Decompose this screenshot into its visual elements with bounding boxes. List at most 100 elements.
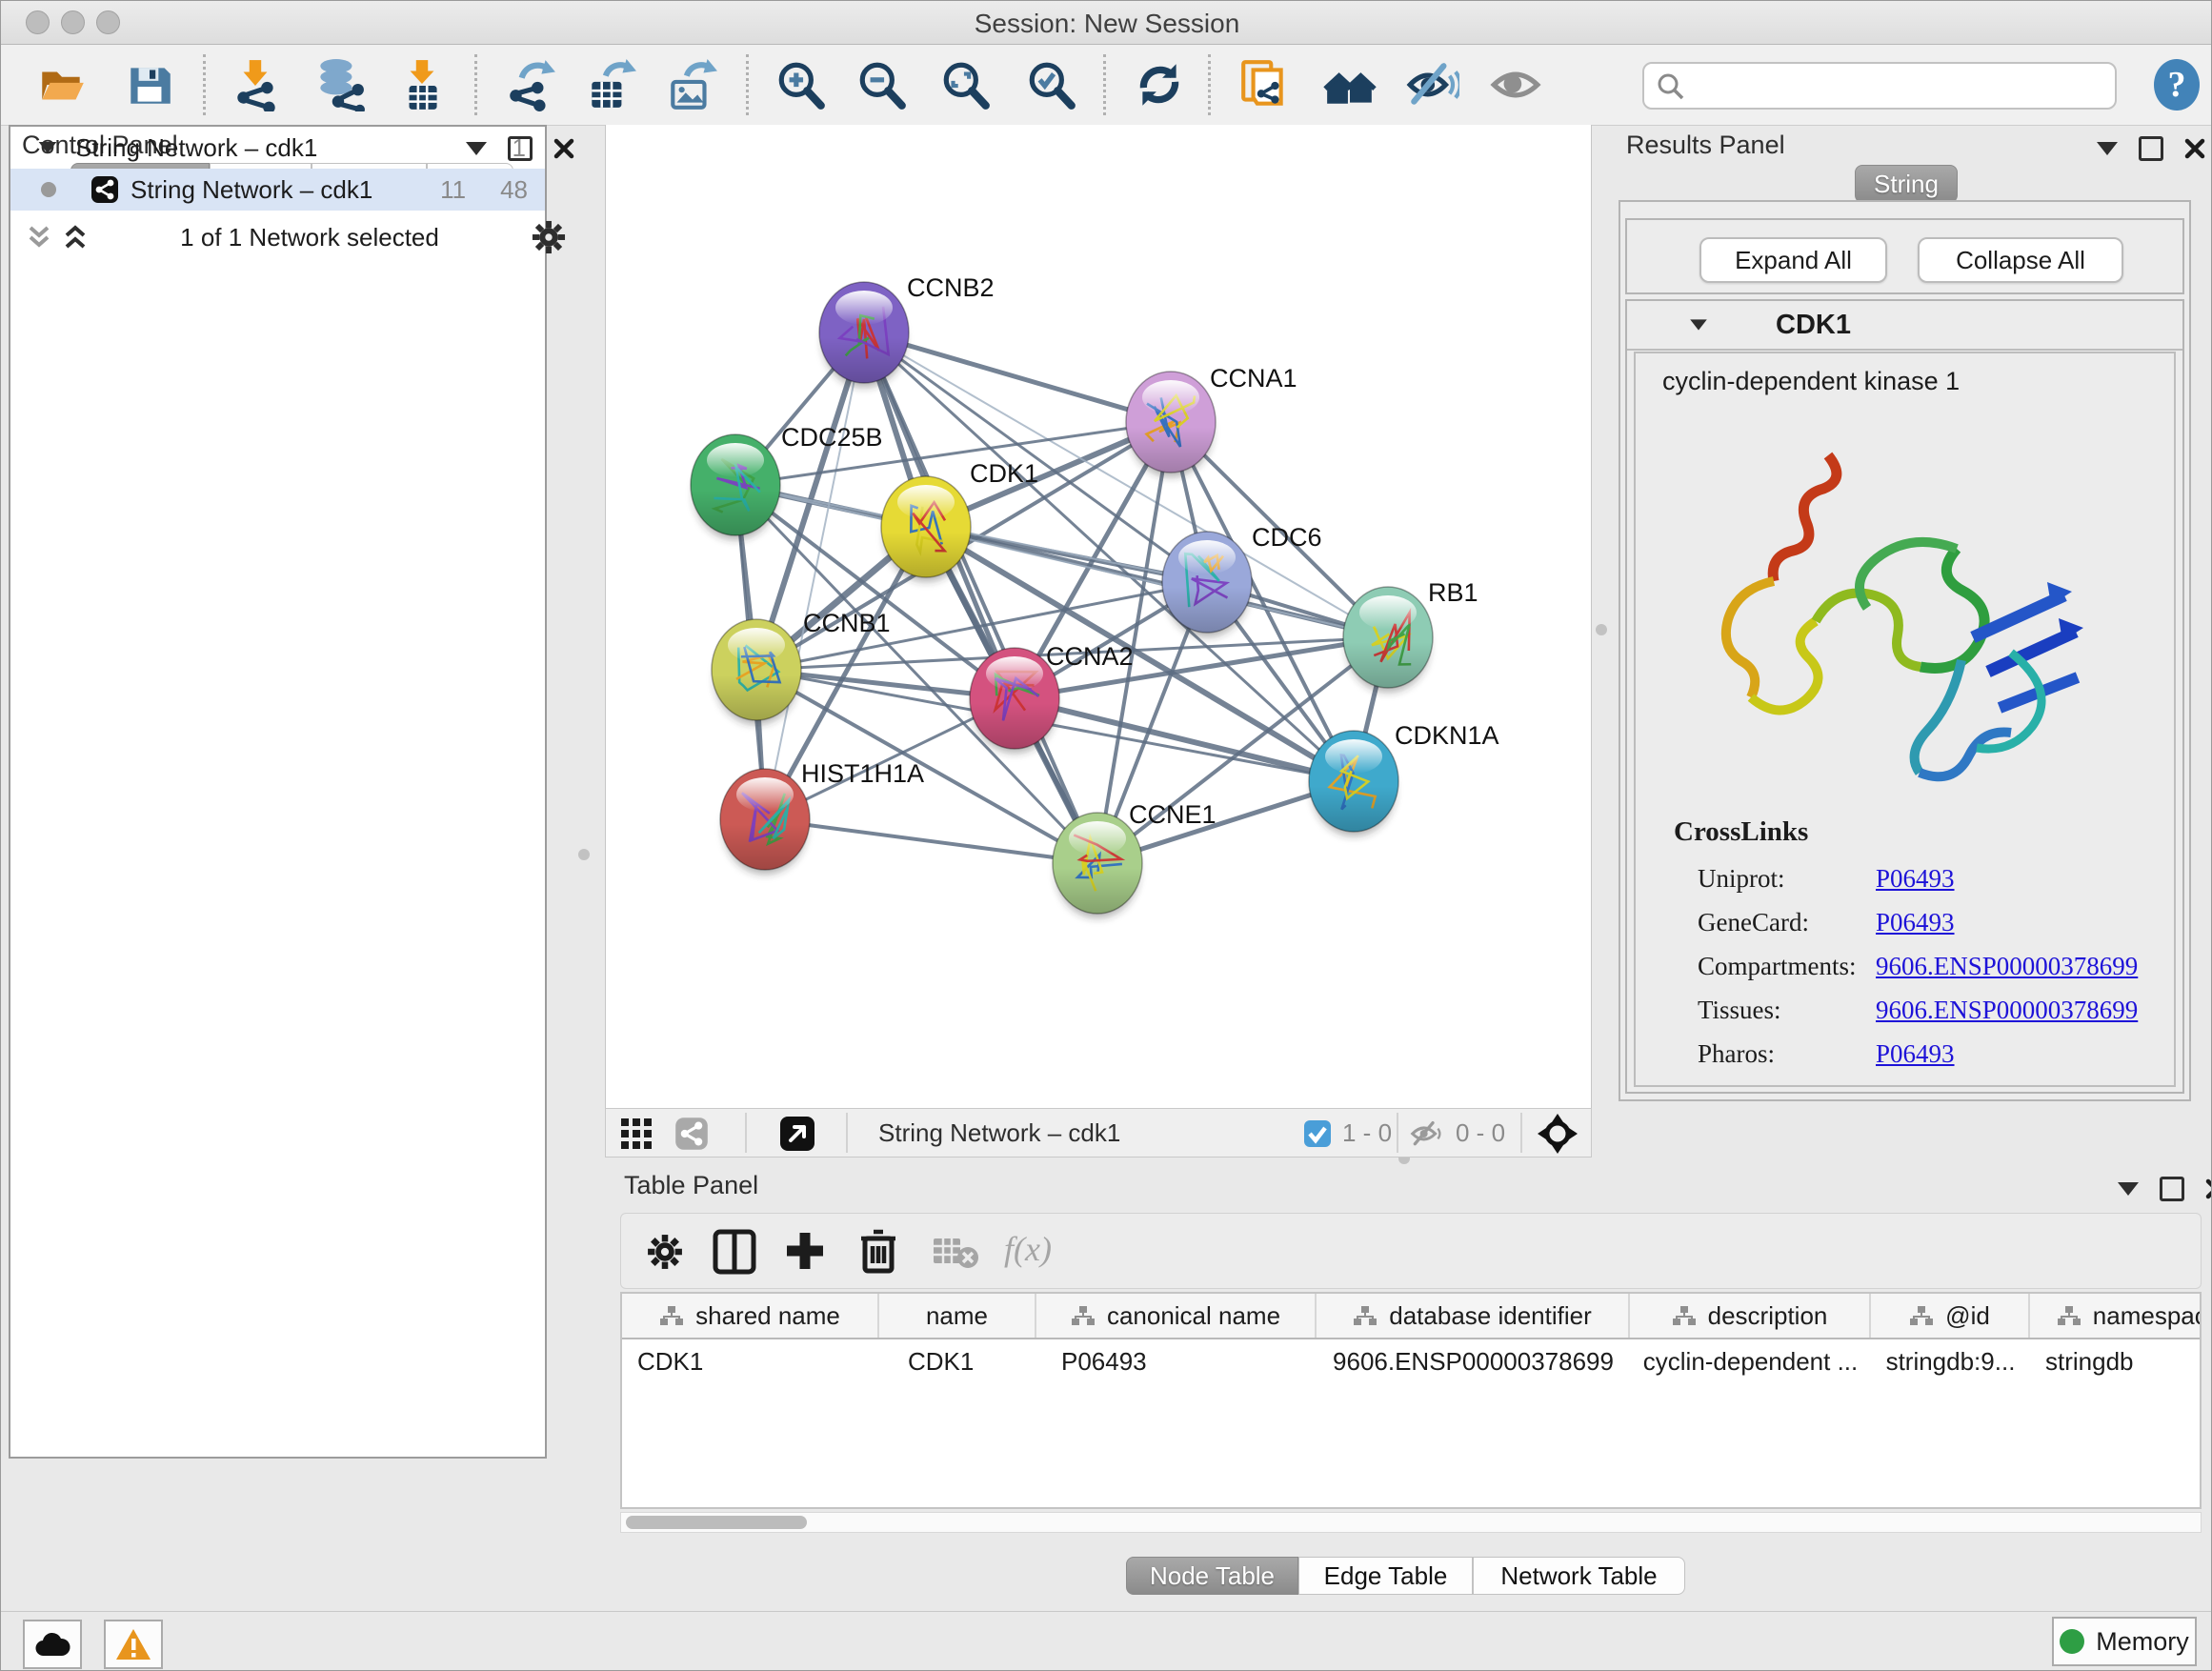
network-edge[interactable] [765, 819, 1097, 863]
right-splitter-handle[interactable] [1596, 624, 1607, 635]
crosslink-url[interactable]: P06493 [1876, 908, 1955, 937]
table-toolbar: f(x) [620, 1213, 2202, 1289]
zoom-selected-icon[interactable] [1025, 58, 1078, 111]
control-panel-close-icon[interactable] [553, 138, 574, 159]
fit-selected-crosshair-icon[interactable] [1538, 1114, 1578, 1154]
tab-string[interactable]: String [1855, 165, 1958, 203]
column-header-description[interactable]: description [1630, 1294, 1871, 1338]
crosslink-url[interactable]: 9606.ENSP00000378699 [1876, 996, 2138, 1025]
export-network-icon[interactable] [504, 58, 557, 111]
import-network-from-database-icon[interactable] [312, 58, 366, 111]
table-cell[interactable]: 9606.ENSP00000378699 [1317, 1339, 1630, 1383]
import-table-icon[interactable] [395, 58, 449, 111]
results-panel-close-icon[interactable] [2184, 138, 2205, 159]
node-attribute-table[interactable]: shared namename canonical name database id… [620, 1292, 2202, 1509]
table-cell[interactable]: CDK1 [879, 1339, 1036, 1383]
delete-column-icon[interactable] [857, 1227, 899, 1275]
network-node-CCNB1[interactable]: CCNB1 [712, 609, 891, 725]
export-image-icon[interactable] [665, 58, 718, 111]
cdk1-collapse-icon[interactable] [1690, 319, 1707, 330]
toolbar-separator [203, 54, 206, 115]
apply-layout-icon[interactable] [1133, 58, 1186, 111]
column-type-icon [659, 1305, 684, 1326]
help-icon[interactable]: ? [2152, 58, 2202, 111]
network-edge[interactable] [765, 332, 864, 819]
table-options-gear-icon[interactable] [644, 1231, 686, 1273]
hide-selected-icon[interactable] [1406, 58, 1459, 111]
warnings-button[interactable] [104, 1620, 163, 1669]
table-cell[interactable]: P06493 [1036, 1339, 1317, 1383]
import-network-icon[interactable] [230, 58, 283, 111]
tab-edge-table[interactable]: Edge Table [1298, 1557, 1473, 1595]
collection-expand-icon[interactable] [39, 142, 57, 153]
table-cell[interactable]: stringdb [2030, 1339, 2202, 1383]
network-options-gear-icon[interactable] [530, 218, 568, 256]
crosslink-url[interactable]: 9606.ENSP00000378699 [1876, 952, 2138, 981]
table-cell[interactable]: cyclin-dependent ... [1630, 1339, 1871, 1383]
collapse-all-button[interactable]: Collapse All [1918, 237, 2123, 283]
column-header-canonical-name[interactable]: canonical name [1036, 1294, 1317, 1338]
table-panel-close-icon[interactable] [2205, 1178, 2212, 1199]
tab-network-table[interactable]: Network Table [1473, 1557, 1685, 1595]
network-view-icon[interactable] [674, 1117, 709, 1151]
string-network-graph[interactable]: CCNB2CCNA1CDC25BCDK1CDC6RB1CCNB1CCNA2CDK… [606, 125, 1593, 1108]
network-canvas[interactable]: CCNB2CCNA1CDC25BCDK1CDC6RB1CCNB1CCNA2CDK… [605, 125, 1592, 1108]
table-horizontal-scrollbar[interactable] [620, 1512, 2202, 1533]
table-row[interactable]: CDK1CDK1P064939606.ENSP00000378699cyclin… [622, 1339, 2200, 1383]
left-splitter-handle[interactable] [578, 849, 590, 860]
table-scrollbar-thumb[interactable] [626, 1516, 807, 1529]
column-header-label: canonical name [1107, 1301, 1280, 1331]
network-edge[interactable] [864, 332, 1171, 422]
collapse-all-networks-icon[interactable] [25, 223, 53, 252]
table-panel-float-icon[interactable] [2160, 1177, 2184, 1201]
network-node-CCNE1[interactable]: CCNE1 [1053, 800, 1217, 918]
cloud-services-button[interactable] [23, 1620, 82, 1669]
network-edge[interactable] [735, 485, 1207, 582]
crosslink-url[interactable]: P06493 [1876, 864, 1955, 894]
grid-view-icon[interactable] [619, 1117, 654, 1151]
open-session-icon[interactable] [35, 58, 89, 111]
protein-structure-image [1685, 413, 2123, 813]
node-label-CDK1: CDK1 [970, 459, 1038, 488]
zoom-in-icon[interactable] [774, 58, 828, 111]
network-node-CDC6[interactable]: CDC6 [1162, 523, 1322, 637]
results-panel-float-icon[interactable] [2139, 136, 2163, 161]
expand-all-button[interactable]: Expand All [1699, 237, 1887, 283]
network-node-CDKN1A[interactable]: CDKN1A [1309, 721, 1499, 836]
toolbar-separator [1103, 54, 1106, 115]
birds-eye-view-icon[interactable] [779, 1116, 815, 1152]
column-header-shared-name[interactable]: shared name [622, 1294, 879, 1338]
create-column-icon[interactable] [783, 1229, 827, 1273]
search-input[interactable] [1694, 66, 2107, 104]
network-node-RB1[interactable]: RB1 [1343, 578, 1478, 693]
table-cell[interactable]: stringdb:9... [1871, 1339, 2030, 1383]
network-node-HIST1H1A[interactable]: HIST1H1A [720, 759, 924, 875]
crosslink-url[interactable]: P06493 [1876, 1039, 1955, 1069]
control-panel: Control Panel NetworkStyleSelectSets 1 o… [9, 125, 576, 1601]
first-neighbors-icon[interactable] [1323, 58, 1377, 111]
show-columns-icon[interactable] [713, 1229, 756, 1275]
network-collection-row[interactable]: String Network – cdk1 1 [10, 127, 545, 169]
zoom-out-icon[interactable] [855, 58, 909, 111]
new-network-from-selection-icon[interactable] [1237, 58, 1291, 111]
zoom-fit-icon[interactable] [939, 58, 993, 111]
network-row-selected[interactable]: String Network – cdk1 11 48 [10, 169, 545, 211]
column-header-name[interactable]: name [879, 1294, 1036, 1338]
network-edge-count: 48 [500, 175, 528, 205]
column-header-namespace[interactable]: namespace [2030, 1294, 2202, 1338]
export-table-icon[interactable] [584, 58, 637, 111]
table-panel-collapse-icon[interactable] [2118, 1182, 2139, 1196]
save-session-icon[interactable] [123, 58, 176, 111]
column-header-@id[interactable]: @id [1871, 1294, 2030, 1338]
function-builder-icon: f(x) [1004, 1229, 1052, 1269]
expand-all-networks-icon[interactable] [61, 223, 90, 252]
results-panel-collapse-icon[interactable] [2097, 142, 2118, 155]
table-cell[interactable]: CDK1 [622, 1339, 879, 1383]
column-header-database-identifier[interactable]: database identifier [1317, 1294, 1630, 1338]
show-all-icon[interactable] [1489, 58, 1542, 111]
column-type-icon [1353, 1305, 1377, 1326]
tab-node-table[interactable]: Node Table [1126, 1557, 1298, 1595]
selected-checkbox-icon[interactable] [1303, 1119, 1332, 1148]
cdk1-section-header[interactable]: CDK1 [1627, 301, 2182, 351]
memory-button[interactable]: Memory [2052, 1617, 2197, 1666]
